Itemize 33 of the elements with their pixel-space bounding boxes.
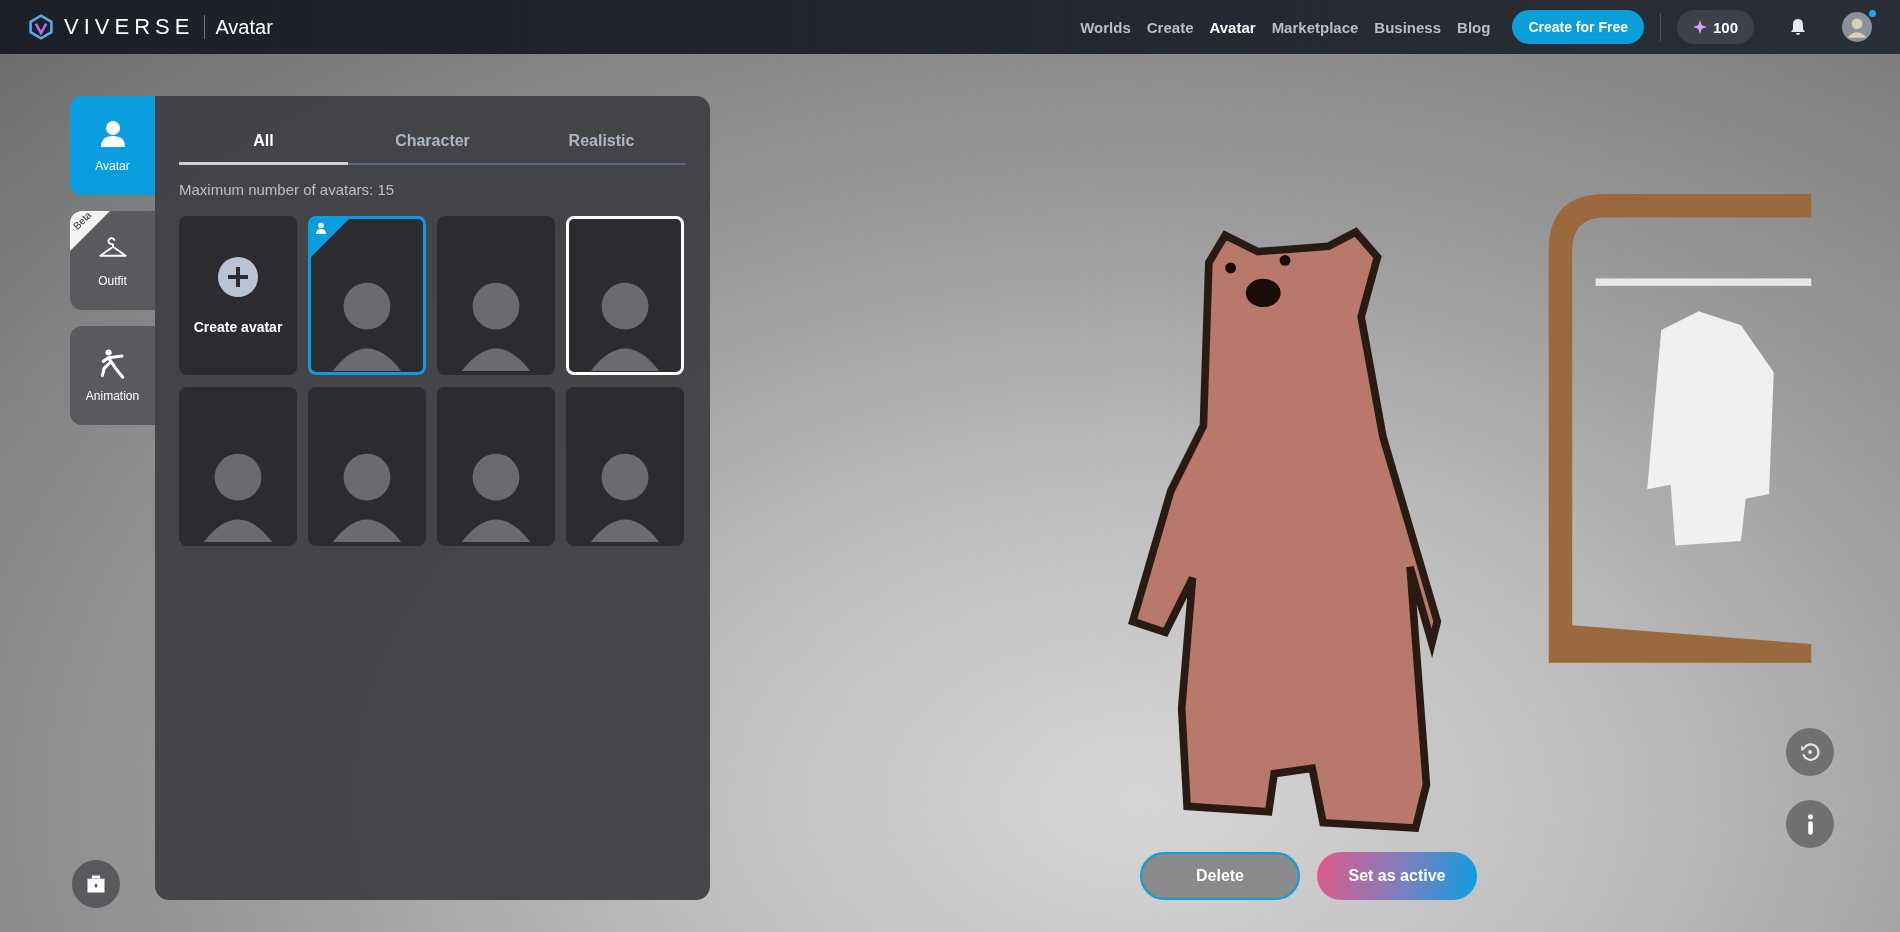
filter-tab[interactable]: Character xyxy=(348,118,517,165)
avatar-thumbnail[interactable] xyxy=(566,387,684,546)
filter-tab[interactable]: Realistic xyxy=(517,118,686,165)
avatar-thumbnail[interactable] xyxy=(437,216,555,375)
beta-ribbon: Beta xyxy=(70,211,110,251)
avatar-thumbnail[interactable] xyxy=(308,387,426,546)
sidebar-tab[interactable]: Animation xyxy=(70,326,155,425)
avatar-thumbnail[interactable] xyxy=(308,216,426,375)
user-avatar-icon[interactable] xyxy=(1842,12,1872,42)
info-icon xyxy=(1807,813,1813,835)
section-title: Avatar xyxy=(215,15,273,39)
nav-link[interactable]: Business xyxy=(1374,18,1442,36)
avatar-thumbnail[interactable] xyxy=(437,387,555,546)
avatar-thumbnail[interactable] xyxy=(179,387,297,546)
plus-icon xyxy=(218,256,258,297)
person-icon xyxy=(315,222,327,234)
nav-link[interactable]: Worlds xyxy=(1080,18,1131,36)
sidebar-tab[interactable]: Outfit Beta xyxy=(70,211,155,310)
brand-name[interactable]: VIVERSE xyxy=(64,14,195,40)
sparkle-icon xyxy=(1692,20,1707,34)
filter-tab[interactable]: All xyxy=(179,118,348,165)
action-button[interactable]: Set as active xyxy=(1317,852,1477,900)
credits-button[interactable]: 100 xyxy=(1676,10,1754,44)
nav-link[interactable]: Marketplace xyxy=(1271,18,1359,36)
nav-link[interactable]: Avatar xyxy=(1209,18,1256,36)
shopping-bag-icon xyxy=(85,873,107,895)
create-avatar-button[interactable]: Create avatar xyxy=(179,216,297,375)
nav-link[interactable]: Blog xyxy=(1457,18,1491,36)
avatar-limit-note: Maximum number of avatars: 15 xyxy=(179,181,396,198)
logo-icon[interactable] xyxy=(28,14,54,40)
notification-bell-icon[interactable] xyxy=(1788,17,1808,37)
reset-view-icon xyxy=(1799,741,1821,763)
nav-link[interactable]: Create xyxy=(1146,18,1194,36)
